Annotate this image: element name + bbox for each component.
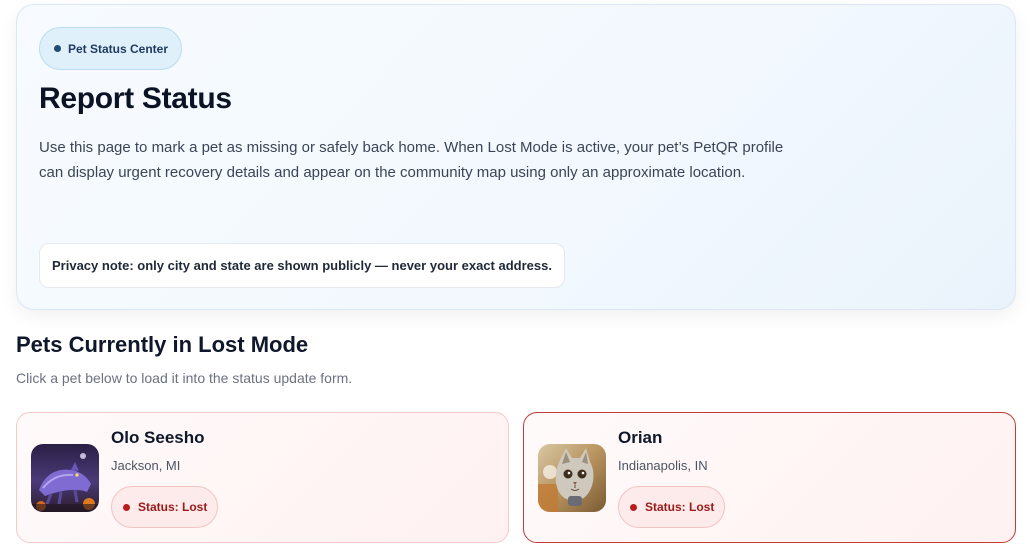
- pet-status-center-badge: Pet Status Center: [39, 27, 183, 70]
- pet-name: Olo Seesho: [111, 428, 205, 447]
- badge-label: Pet Status Center: [68, 41, 169, 56]
- pet-photo-cat-halloween: [31, 444, 99, 512]
- page-description: Use this page to mark a pet as missing o…: [39, 139, 784, 181]
- status-badge: Status: Lost: [618, 486, 726, 528]
- status-hero-panel: Pet Status Center Report Status Use this…: [16, 4, 1016, 310]
- pet-location: Jackson, MI: [111, 458, 181, 473]
- pet-photo-cat-closeup: [538, 444, 606, 512]
- page-title: Report Status: [39, 82, 232, 115]
- pet-card-olo-seesho[interactable]: Olo Seesho Jackson, MI Status: Lost: [16, 412, 509, 543]
- status-dot-icon: [630, 503, 637, 511]
- privacy-note: Privacy note: only city and state are sh…: [39, 243, 565, 288]
- pet-name: Orian: [618, 428, 663, 447]
- status-dot-icon: [123, 503, 130, 511]
- lost-mode-section-title: Pets Currently in Lost Mode: [16, 332, 309, 357]
- pet-avatar: [31, 444, 99, 512]
- pet-avatar: [538, 444, 606, 512]
- badge-dot-icon: [54, 45, 61, 52]
- status-label: Status: Lost: [645, 500, 715, 514]
- lost-mode-section-subtitle: Click a pet below to load it into the st…: [16, 370, 353, 386]
- pet-location: Indianapolis, IN: [618, 458, 708, 473]
- status-badge: Status: Lost: [111, 486, 219, 528]
- pet-card-orian[interactable]: Orian Indianapolis, IN Status: Lost: [523, 412, 1016, 543]
- status-label: Status: Lost: [138, 500, 208, 514]
